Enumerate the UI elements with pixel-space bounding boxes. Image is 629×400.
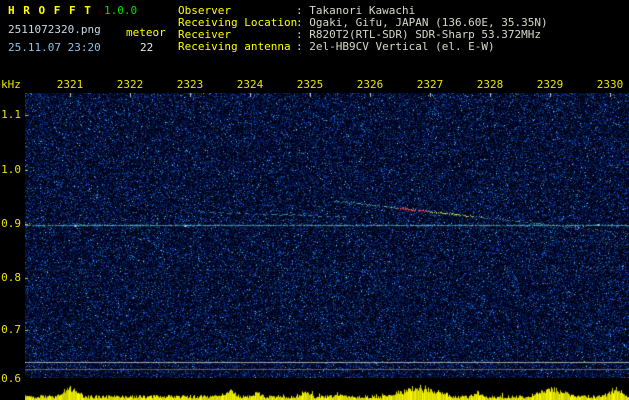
app-version: 1.0.0 <box>104 4 138 17</box>
time-tick-label: 2328 <box>476 78 504 91</box>
info-row: Receiving antenna : 2el-HB9CV Vertical (e… <box>178 41 548 53</box>
signal-strength-meter <box>25 380 629 400</box>
time-tick-label: 2330 <box>596 78 624 91</box>
freq-tick-label: 1.1 <box>1 108 21 121</box>
app-title: H R O F F T <box>8 4 92 17</box>
freq-tick-label: 0.7 <box>1 323 21 336</box>
time-tick-label: 2324 <box>236 78 264 91</box>
freq-tick-label: 0.6 <box>1 372 21 385</box>
spectrogram <box>25 93 629 378</box>
freq-tick-label: 0.9 <box>1 217 21 230</box>
info-label: Receiving antenna <box>178 40 291 53</box>
freq-tick-label: 1.0 <box>1 163 21 176</box>
observation-datetime: 25.11.07 23:20 <box>8 41 101 54</box>
time-tick-label: 2325 <box>296 78 324 91</box>
time-tick-label: 2322 <box>116 78 144 91</box>
info-value: : 2el-HB9CV Vertical (el. E-W) <box>296 40 495 53</box>
hrofft-screen: H R O F F T 1.0.0 2511072320.png meteor … <box>0 0 629 400</box>
time-tick-label: 2329 <box>536 78 564 91</box>
time-tick-label: 2327 <box>416 78 444 91</box>
station-info: Observer: Takanori Kawachi Receiving Loca… <box>178 5 548 53</box>
output-filename: 2511072320.png <box>8 23 101 36</box>
observation-mode: meteor <box>126 26 166 39</box>
echo-count: 22 <box>140 41 154 54</box>
time-tick-label: 2323 <box>176 78 204 91</box>
freq-axis-unit: kHz <box>1 78 21 91</box>
freq-tick-label: 0.8 <box>1 271 21 284</box>
time-tick-label: 2326 <box>356 78 384 91</box>
time-tick-label: 2321 <box>56 78 84 91</box>
